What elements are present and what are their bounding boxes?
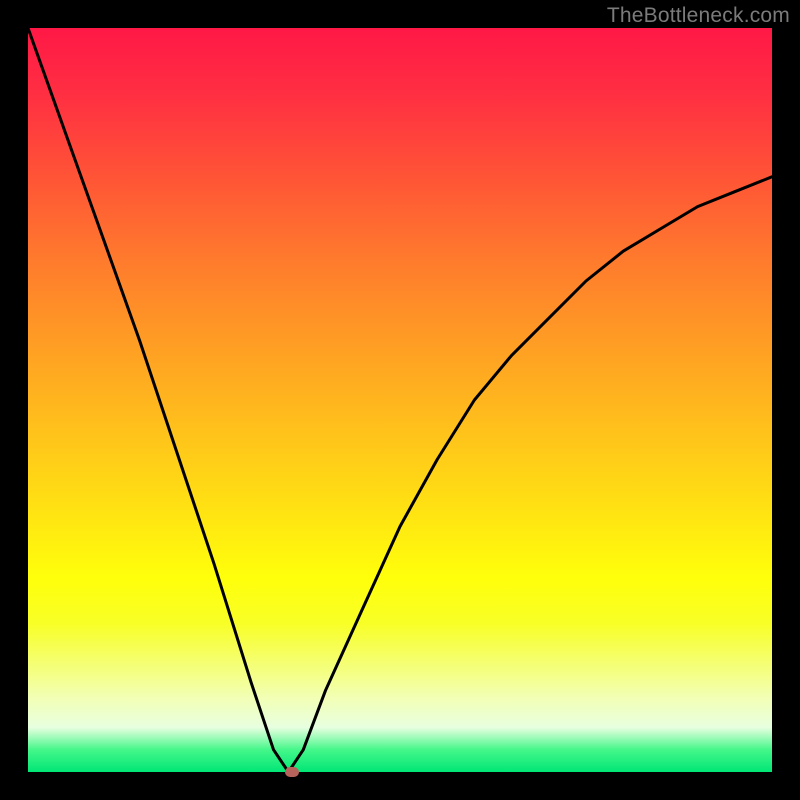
chart-frame: TheBottleneck.com	[0, 0, 800, 800]
curve-svg	[28, 28, 772, 772]
minimum-marker	[285, 767, 299, 777]
plot-area	[28, 28, 772, 772]
watermark-text: TheBottleneck.com	[607, 4, 790, 28]
bottleneck-curve-path	[28, 28, 772, 772]
